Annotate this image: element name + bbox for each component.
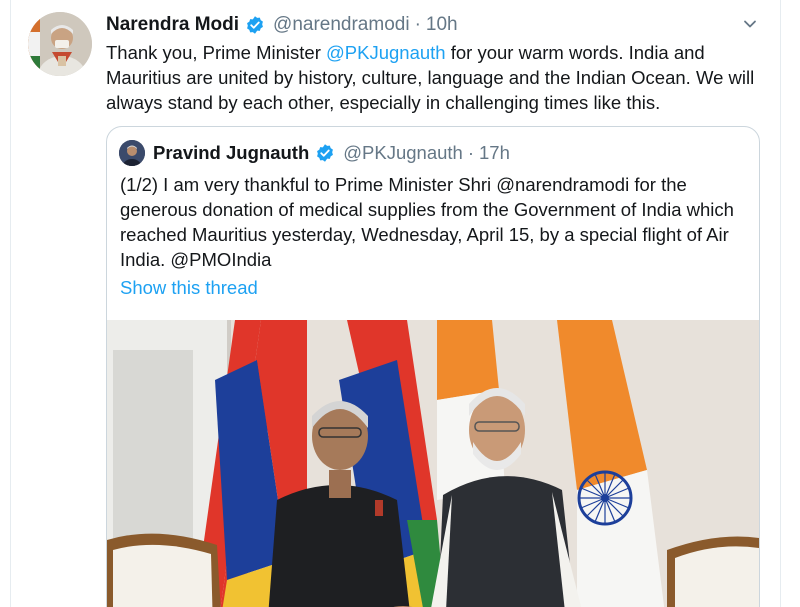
- tweet-text: Thank you, Prime Minister @PKJugnauth fo…: [106, 40, 766, 115]
- tweet-timestamp[interactable]: 10h: [426, 14, 458, 36]
- mention-link[interactable]: @PKJugnauth: [326, 42, 446, 63]
- quoted-timestamp[interactable]: 17h: [479, 142, 510, 164]
- tweet-text-part: Thank you, Prime Minister: [106, 42, 327, 63]
- author-avatar[interactable]: [28, 12, 92, 76]
- tweet-header: Narendra Modi @narendramodi · 10h: [106, 12, 458, 38]
- quoted-tweet-header: Pravind Jugnauth @PKJugnauth · 17h: [119, 140, 510, 166]
- chevron-down-icon[interactable]: [738, 12, 762, 36]
- author-name[interactable]: Narendra Modi: [106, 14, 239, 36]
- author-handle[interactable]: @narendramodi: [273, 14, 410, 36]
- separator-dot: ·: [467, 142, 475, 163]
- timeline-border-left: [10, 0, 11, 607]
- quoted-author-name[interactable]: Pravind Jugnauth: [153, 142, 309, 164]
- quoted-author-handle[interactable]: @PKJugnauth: [343, 142, 463, 164]
- separator-dot: ·: [414, 14, 421, 35]
- quoted-tweet-text: (1/2) I am very thankful to Prime Minist…: [120, 174, 734, 270]
- timeline-border-right: [780, 0, 781, 607]
- verified-badge-icon: [245, 15, 265, 35]
- quoted-tweet-card[interactable]: Pravind Jugnauth @PKJugnauth · 17h (1/2)…: [106, 126, 760, 607]
- show-thread-link[interactable]: Show this thread: [120, 277, 258, 299]
- verified-badge-icon: [315, 143, 335, 163]
- quoted-tweet-photo[interactable]: [107, 320, 759, 607]
- quoted-author-avatar[interactable]: [119, 140, 145, 166]
